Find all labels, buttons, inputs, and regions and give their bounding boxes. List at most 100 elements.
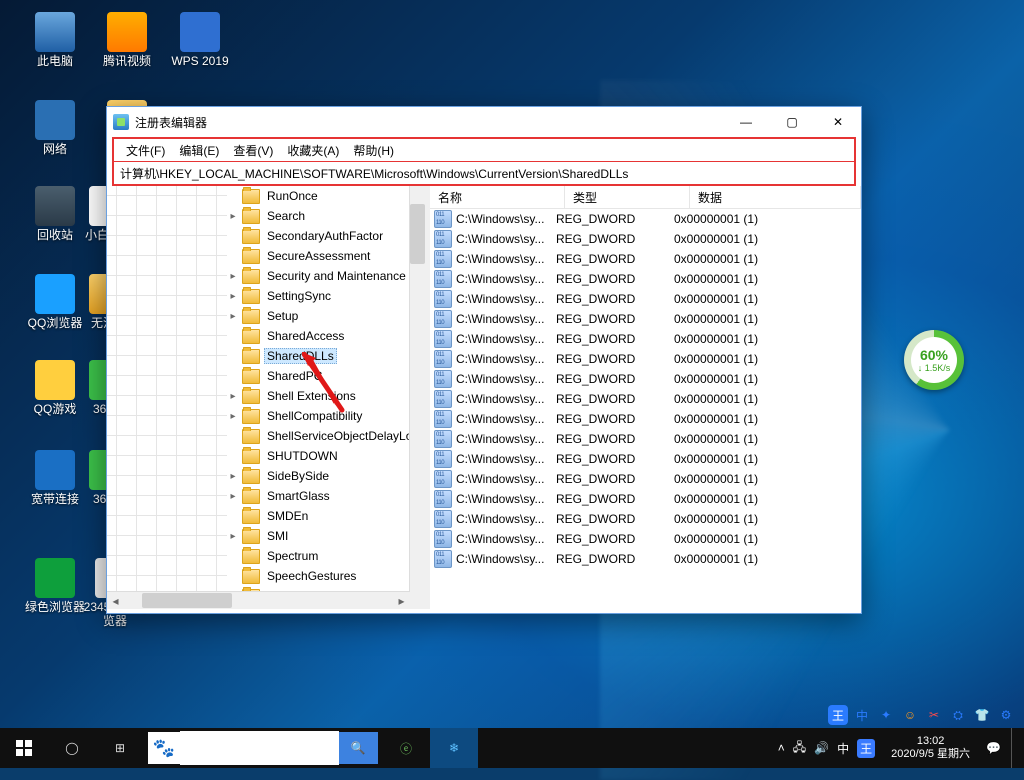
- registry-value-row[interactable]: C:\Windows\sy...REG_DWORD0x00000001 (1): [430, 249, 861, 269]
- action-center-icon[interactable]: 💬: [986, 741, 1001, 755]
- tree-node-SmartGlass[interactable]: ▸SmartGlass: [107, 486, 410, 506]
- search-input[interactable]: [180, 731, 339, 765]
- tray-network-icon[interactable]: 🖧: [793, 738, 806, 759]
- tree-node-Search[interactable]: ▸Search: [107, 206, 410, 226]
- tree-node-Security and Maintenance[interactable]: ▸Security and Maintenance: [107, 266, 410, 286]
- expand-icon[interactable]: ▸: [227, 270, 239, 282]
- registry-value-row[interactable]: C:\Windows\sy...REG_DWORD0x00000001 (1): [430, 269, 861, 289]
- registry-value-row[interactable]: C:\Windows\sy...REG_DWORD0x00000001 (1): [430, 349, 861, 369]
- tree-node-SharedPC[interactable]: SharedPC: [107, 366, 410, 386]
- ime-toolbar[interactable]: 王中✦☺✂⛭👕⚙: [828, 704, 1016, 726]
- expand-icon[interactable]: ▸: [227, 390, 239, 402]
- network-speed-gauge[interactable]: 60% ↓ 1.5K/s: [904, 330, 964, 390]
- menu-help[interactable]: 帮助(H): [347, 140, 400, 161]
- registry-value-row[interactable]: C:\Windows\sy...REG_DWORD0x00000001 (1): [430, 389, 861, 409]
- registry-value-row[interactable]: C:\Windows\sy...REG_DWORD0x00000001 (1): [430, 529, 861, 549]
- expand-icon[interactable]: ▸: [227, 290, 239, 302]
- menu-favorites[interactable]: 收藏夹(A): [281, 140, 345, 161]
- tree-node-SpeechGestures[interactable]: SpeechGestures: [107, 566, 410, 586]
- expand-icon[interactable]: ▸: [227, 410, 239, 422]
- registry-value-row[interactable]: C:\Windows\sy...REG_DWORD0x00000001 (1): [430, 429, 861, 449]
- registry-value-row[interactable]: C:\Windows\sy...REG_DWORD0x00000001 (1): [430, 329, 861, 349]
- address-bar[interactable]: [114, 162, 854, 184]
- desktop-icon-网络[interactable]: 网络: [20, 100, 90, 156]
- expand-icon[interactable]: [227, 350, 239, 362]
- expand-icon[interactable]: [227, 190, 239, 202]
- tree-node-SharedAccess[interactable]: SharedAccess: [107, 326, 410, 346]
- ime-chip[interactable]: 王: [828, 705, 848, 725]
- expand-icon[interactable]: [227, 430, 239, 442]
- titlebar[interactable]: 注册表编辑器 — ▢ ✕: [107, 107, 861, 137]
- ime-chip[interactable]: ⛭: [948, 705, 968, 725]
- tree-node-ShellServiceObjectDelayLoad[interactable]: ShellServiceObjectDelayLoad: [107, 426, 410, 446]
- menu-file[interactable]: 文件(F): [120, 140, 171, 161]
- tray-volume-icon[interactable]: 🔊: [814, 741, 829, 755]
- registry-value-row[interactable]: C:\Windows\sy...REG_DWORD0x00000001 (1): [430, 289, 861, 309]
- task-view-button[interactable]: ⊞: [96, 728, 144, 768]
- registry-value-row[interactable]: C:\Windows\sy...REG_DWORD0x00000001 (1): [430, 549, 861, 569]
- tree-node-SHUTDOWN[interactable]: SHUTDOWN: [107, 446, 410, 466]
- menu-view[interactable]: 查看(V): [227, 140, 279, 161]
- registry-value-row[interactable]: C:\Windows\sy...REG_DWORD0x00000001 (1): [430, 469, 861, 489]
- cortana-button[interactable]: ◯: [48, 728, 96, 768]
- ime-chip[interactable]: 中: [852, 705, 872, 725]
- registry-value-row[interactable]: C:\Windows\sy...REG_DWORD0x00000001 (1): [430, 369, 861, 389]
- expand-icon[interactable]: [227, 510, 239, 522]
- tree-node-RunOnce[interactable]: RunOnce: [107, 186, 410, 206]
- tray-expand-icon[interactable]: ˄: [778, 741, 785, 755]
- taskbar-search[interactable]: 🐾 🔍: [148, 732, 378, 764]
- expand-icon[interactable]: [227, 550, 239, 562]
- registry-value-row[interactable]: C:\Windows\sy...REG_DWORD0x00000001 (1): [430, 449, 861, 469]
- tree-node-ShellCompatibility[interactable]: ▸ShellCompatibility: [107, 406, 410, 426]
- expand-icon[interactable]: [227, 370, 239, 382]
- close-button[interactable]: ✕: [815, 107, 861, 137]
- tree-node-SMI[interactable]: ▸SMI: [107, 526, 410, 546]
- tree-node-Setup[interactable]: ▸Setup: [107, 306, 410, 326]
- ime-chip[interactable]: ☺: [900, 705, 920, 725]
- tree-node-Shell Extensions[interactable]: ▸Shell Extensions: [107, 386, 410, 406]
- expand-icon[interactable]: ▸: [227, 310, 239, 322]
- ime-chip[interactable]: ⚙: [996, 705, 1016, 725]
- registry-value-row[interactable]: C:\Windows\sy...REG_DWORD0x00000001 (1): [430, 509, 861, 529]
- column-header-data[interactable]: 数据: [690, 186, 861, 208]
- desktop-icon-WPS 2019[interactable]: WPS 2019: [165, 12, 235, 68]
- expand-icon[interactable]: ▸: [227, 530, 239, 542]
- tray-ime-icon[interactable]: 中: [837, 740, 849, 757]
- show-desktop-button[interactable]: [1011, 728, 1018, 768]
- desktop-icon-此电脑[interactable]: 此电脑: [20, 12, 90, 68]
- tree-node-SecureAssessment[interactable]: SecureAssessment: [107, 246, 410, 266]
- expand-icon[interactable]: ▸: [227, 490, 239, 502]
- taskbar-clock[interactable]: 13:02 2020/9/5 星期六: [885, 735, 976, 761]
- expand-icon[interactable]: [227, 450, 239, 462]
- registry-value-row[interactable]: C:\Windows\sy...REG_DWORD0x00000001 (1): [430, 309, 861, 329]
- tree-vscrollbar[interactable]: [409, 186, 427, 592]
- registry-value-row[interactable]: C:\Windows\sy...REG_DWORD0x00000001 (1): [430, 489, 861, 509]
- tree-node-SettingSync[interactable]: ▸SettingSync: [107, 286, 410, 306]
- registry-value-row[interactable]: C:\Windows\sy...REG_DWORD0x00000001 (1): [430, 209, 861, 229]
- ime-chip[interactable]: 👕: [972, 705, 992, 725]
- expand-icon[interactable]: [227, 330, 239, 342]
- menu-edit[interactable]: 编辑(E): [173, 140, 225, 161]
- registry-value-row[interactable]: C:\Windows\sy...REG_DWORD0x00000001 (1): [430, 229, 861, 249]
- start-button[interactable]: [0, 728, 48, 768]
- tree-node-Spectrum[interactable]: Spectrum: [107, 546, 410, 566]
- tree-node-SecondaryAuthFactor[interactable]: SecondaryAuthFactor: [107, 226, 410, 246]
- desktop-icon-腾讯视频[interactable]: 腾讯视频: [92, 12, 162, 68]
- tree-hscrollbar[interactable]: ◂▸: [107, 591, 410, 609]
- tree-node-SMDEn[interactable]: SMDEn: [107, 506, 410, 526]
- expand-icon[interactable]: [227, 250, 239, 262]
- expand-icon[interactable]: [227, 230, 239, 242]
- expand-icon[interactable]: [227, 570, 239, 582]
- tree-node-SharedDLLs[interactable]: SharedDLLs: [107, 346, 410, 366]
- values-pane[interactable]: 名称 类型 数据 C:\Windows\sy...REG_DWORD0x0000…: [430, 186, 861, 609]
- maximize-button[interactable]: ▢: [769, 107, 815, 137]
- taskbar-app-icon[interactable]: ❄: [430, 728, 478, 768]
- expand-icon[interactable]: ▸: [227, 470, 239, 482]
- registry-value-row[interactable]: C:\Windows\sy...REG_DWORD0x00000001 (1): [430, 409, 861, 429]
- tree-pane[interactable]: RunOnce▸SearchSecondaryAuthFactorSecureA…: [107, 186, 427, 609]
- tree-node-SideBySide[interactable]: ▸SideBySide: [107, 466, 410, 486]
- expand-icon[interactable]: ▸: [227, 210, 239, 222]
- column-header-type[interactable]: 类型: [565, 186, 690, 208]
- tray-wang-icon[interactable]: 王: [857, 739, 875, 758]
- taskbar-edge-icon[interactable]: ⓔ: [382, 728, 430, 768]
